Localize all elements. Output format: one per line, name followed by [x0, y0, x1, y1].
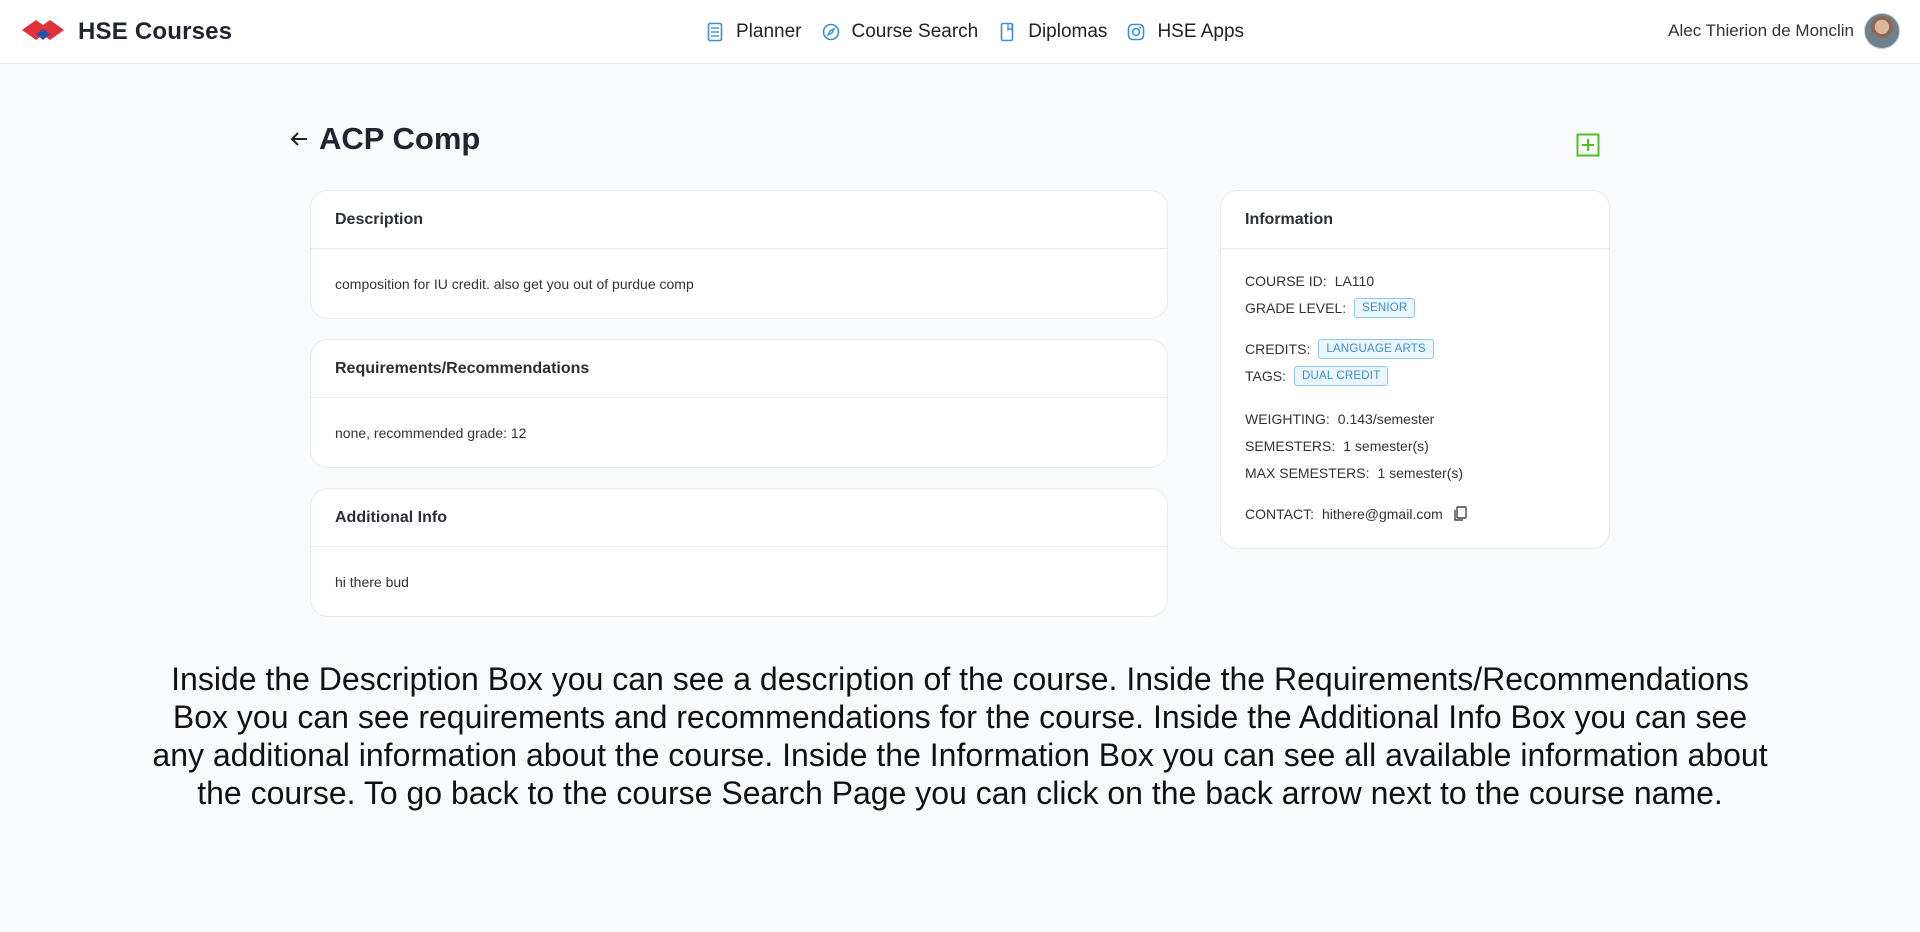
additional-info-card-body: hi there bud: [311, 547, 1167, 617]
brand-name: HSE Courses: [78, 18, 233, 45]
grade-level-label: GRADE LEVEL:: [1245, 300, 1347, 316]
nav-planner[interactable]: Planner: [706, 21, 802, 43]
credits-badge: LANGUAGE ARTS: [1318, 339, 1434, 359]
semesters-label: SEMESTERS:: [1245, 438, 1336, 454]
instruction-caption: Inside the Description Box you can see a…: [152, 661, 1768, 811]
main-nav: Planner Course Search Diplomas HSE Apps: [706, 16, 1244, 48]
weighting-row: WEIGHTING: 0.143/semester: [1245, 411, 1434, 427]
description-card-title: Description: [311, 191, 1167, 249]
nav-course-search-label: Course Search: [851, 21, 979, 42]
contact-label: CONTACT:: [1245, 506, 1314, 522]
nav-hse-apps-label: HSE Apps: [1157, 21, 1245, 42]
credits-label: CREDITS:: [1245, 341, 1311, 357]
nav-hse-apps[interactable]: HSE Apps: [1127, 21, 1244, 43]
nav-diplomas-label: Diplomas: [1028, 21, 1108, 42]
description-card-body: composition for IU credit. also get you …: [311, 249, 1167, 319]
top-navbar: HSE Courses Planner Course Search Diplom…: [0, 0, 1920, 64]
compass-icon: [822, 22, 840, 42]
credits-row: CREDITS: LANGUAGE ARTS: [1245, 339, 1434, 359]
course-id-value: LA110: [1334, 273, 1375, 289]
user-name: Alec Thierion de Monclin: [1668, 21, 1854, 40]
requirements-card: Requirements/Recommendations none, recom…: [310, 339, 1168, 468]
add-course-button[interactable]: [1576, 133, 1600, 157]
tags-badge: DUAL CREDIT: [1293, 366, 1389, 386]
semesters-row: SEMESTERS: 1 semester(s): [1245, 438, 1429, 454]
additional-info-card-title: Additional Info: [311, 489, 1167, 547]
description-text: composition for IU credit. also get you …: [335, 276, 694, 292]
requirements-text: none, recommended grade: 12: [335, 425, 527, 441]
book-icon: [706, 22, 724, 42]
hse-logo-icon: [22, 16, 64, 49]
bookmark-icon: [998, 22, 1016, 42]
max-semesters-value: 1 semester(s): [1377, 465, 1464, 481]
copy-icon[interactable]: [1453, 506, 1467, 522]
grade-level-badge: SENIOR: [1354, 298, 1416, 318]
instagram-icon: [1127, 22, 1145, 42]
contact-email: hithere@gmail.com: [1321, 506, 1443, 522]
additional-info-card: Additional Info hi there bud: [310, 488, 1168, 617]
information-card: Information COURSE ID: LA110 GRADE LEVEL…: [1220, 190, 1610, 549]
nav-course-search[interactable]: Course Search: [822, 21, 979, 43]
information-card-title: Information: [1221, 191, 1609, 249]
additional-info-text: hi there bud: [335, 574, 409, 590]
back-arrow-icon[interactable]: [288, 128, 310, 150]
grade-level-row: GRADE LEVEL: SENIOR: [1245, 298, 1416, 318]
requirements-card-body: none, recommended grade: 12: [311, 398, 1167, 468]
course-id-label: COURSE ID:: [1245, 273, 1327, 289]
avatar[interactable]: [1864, 13, 1900, 49]
weighting-value: 0.143/semester: [1337, 411, 1435, 427]
semesters-value: 1 semester(s): [1343, 438, 1429, 454]
nav-diplomas[interactable]: Diplomas: [998, 21, 1107, 43]
tags-row: TAGS: DUAL CREDIT: [1245, 366, 1389, 386]
requirements-card-title: Requirements/Recommendations: [311, 340, 1167, 398]
contact-row: CONTACT: hithere@gmail.com: [1245, 506, 1467, 522]
weighting-label: WEIGHTING:: [1245, 411, 1330, 427]
max-semesters-row: MAX SEMESTERS: 1 semester(s): [1245, 465, 1463, 481]
max-semesters-label: MAX SEMESTERS:: [1245, 465, 1370, 481]
description-card: Description composition for IU credit. a…: [310, 190, 1168, 319]
course-id-row: COURSE ID: LA110: [1245, 273, 1374, 289]
brand-logo-link[interactable]: HSE Courses: [22, 16, 232, 48]
page-title: ACP Comp: [319, 121, 481, 156]
user-menu[interactable]: Alec Thierion de Monclin: [1668, 12, 1900, 50]
tags-label: TAGS:: [1245, 368, 1286, 384]
nav-planner-label: Planner: [736, 21, 802, 42]
